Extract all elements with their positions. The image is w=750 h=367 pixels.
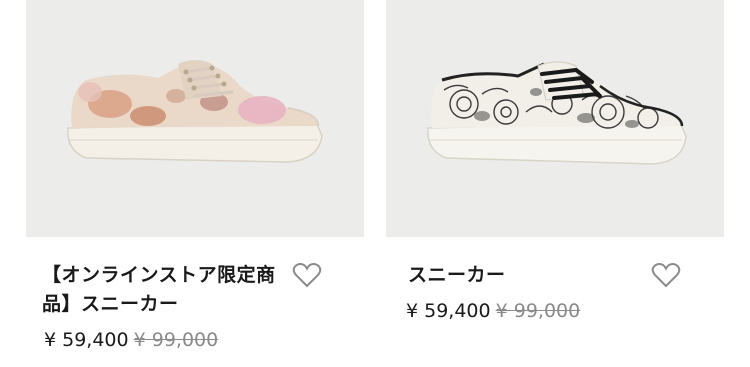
sale-price: ¥ 59,400 bbox=[44, 329, 129, 351]
monochrome-floral-sneaker-image bbox=[427, 61, 687, 165]
price-row: ¥ 59,400 ¥ 99,000 bbox=[386, 299, 724, 323]
product-name[interactable]: 【オンラインストア限定商品】スニーカー bbox=[26, 261, 287, 319]
price-row: ¥ 59,400 ¥ 99,000 bbox=[26, 328, 364, 352]
product-image[interactable] bbox=[386, 0, 724, 237]
product-card[interactable]: スニーカー ¥ 59,400 ¥ 99,000 bbox=[386, 0, 724, 323]
product-info: 【オンラインストア限定商品】スニーカー ¥ 59,400 ¥ 99,000 bbox=[26, 237, 364, 352]
product-name[interactable]: スニーカー bbox=[386, 261, 653, 290]
heart-outline-icon[interactable] bbox=[651, 262, 681, 288]
product-card[interactable]: 【オンラインストア限定商品】スニーカー ¥ 59,400 ¥ 99,000 bbox=[26, 0, 364, 352]
product-grid: 【オンラインストア限定商品】スニーカー ¥ 59,400 ¥ 99,000 スニ… bbox=[0, 0, 750, 367]
product-image[interactable] bbox=[26, 0, 364, 237]
sale-price: ¥ 59,400 bbox=[406, 300, 491, 322]
original-price: ¥ 99,000 bbox=[495, 300, 581, 322]
original-price: ¥ 99,000 bbox=[133, 329, 219, 351]
floral-sneaker-image bbox=[67, 60, 323, 163]
heart-outline-icon[interactable] bbox=[292, 262, 322, 288]
